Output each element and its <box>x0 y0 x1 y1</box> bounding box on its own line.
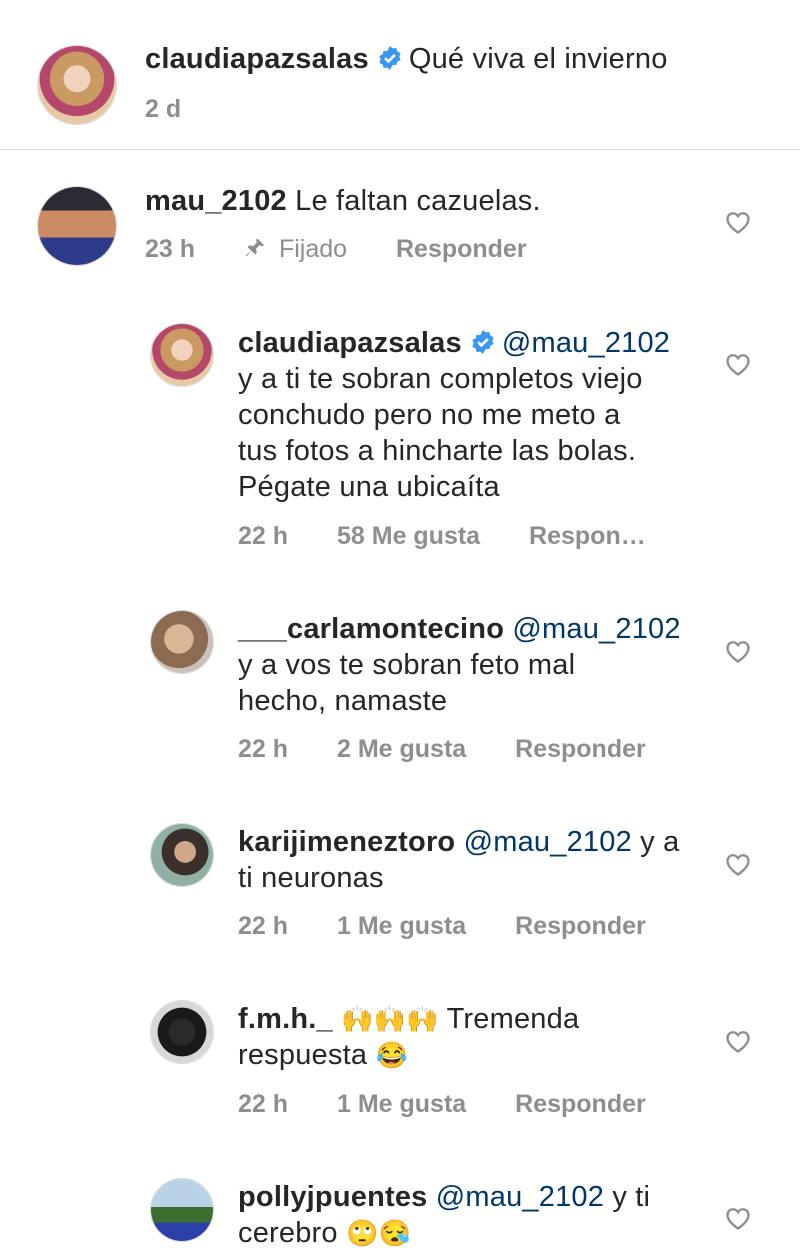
reply-username[interactable]: claudiapazsalas <box>238 327 462 359</box>
reply-meta: 22 h 58 Me gusta Respon… <box>238 522 646 551</box>
heart-icon[interactable] <box>724 209 752 235</box>
pin-icon <box>245 238 265 257</box>
reply-reply-button[interactable]: Responder <box>515 735 646 764</box>
reply-line: Pégate una ubicaíta <box>238 471 500 503</box>
comment-reply-button[interactable]: Responder <box>396 235 527 264</box>
reply-meta: 22 h 1 Me gusta Responder <box>238 1090 646 1119</box>
comment-text: mau_2102 Le faltan cazuelas. <box>145 183 705 219</box>
avatar-carlamontecino[interactable] <box>150 610 214 674</box>
heart-icon[interactable] <box>724 851 752 877</box>
avatar-mau_2102[interactable] <box>37 186 117 266</box>
heart-icon[interactable] <box>724 1028 752 1054</box>
avatar-fmh[interactable] <box>150 1000 214 1064</box>
reply-line: y a vos te sobran feto mal <box>238 649 576 681</box>
reply-text: claudiapazsalas @mau_2102 y a ti te sobra… <box>238 325 708 505</box>
caption-time: 2 d <box>145 95 182 123</box>
reply-text: karijimeneztoro @mau_2102 y a ti neurona… <box>238 824 708 896</box>
avatar-claudiapazsalas[interactable] <box>37 45 117 125</box>
comment-username[interactable]: mau_2102 <box>145 185 287 217</box>
verified-badge-icon <box>472 330 494 354</box>
reply-meta: 22 h 1 Me gusta Responder <box>238 912 646 941</box>
reply-time: 22 h <box>238 735 289 763</box>
caption-body: Qué viva el invierno <box>408 43 668 75</box>
reply-reply-button[interactable]: Responder <box>515 912 646 941</box>
caption-meta: 2 d <box>145 95 181 124</box>
reply-line: respuesta <box>238 1039 368 1071</box>
reply-likes[interactable]: 1 Me gusta <box>337 912 466 941</box>
eye-roll-emoji: 🙄😪 <box>346 1218 412 1248</box>
reply-line: y a ti te sobran completos viejo <box>238 363 643 395</box>
reply-username[interactable]: f.m.h._ <box>238 1003 333 1035</box>
reply-text: ___carlamontecino @mau_2102 y a vos te s… <box>238 611 708 719</box>
reply-likes[interactable]: 1 Me gusta <box>337 1090 466 1119</box>
comment-time: 23 h <box>145 235 196 263</box>
heart-icon[interactable] <box>724 351 752 377</box>
avatar-karijimeneztoro[interactable] <box>150 823 214 887</box>
reply-line: tus fotos a hincharte las bolas. <box>238 435 637 467</box>
reply-text: pollyjpuentes @mau_2102 y ti cerebro 🙄😪 <box>238 1179 708 1251</box>
caption-divider <box>0 149 800 150</box>
reply-reply-button[interactable]: Respon… <box>529 522 646 551</box>
reply-mention[interactable]: @mau_2102 <box>464 826 632 858</box>
reply-line: cerebro <box>238 1217 338 1249</box>
reply-line: Tremenda <box>446 1003 580 1035</box>
reply-line: hecho, namaste <box>238 685 448 717</box>
comment-body: Le faltan cazuelas. <box>295 185 541 217</box>
reply-time: 22 h <box>238 522 289 550</box>
reply-line: y ti <box>612 1181 651 1213</box>
reply-mention[interactable]: @mau_2102 <box>436 1181 604 1213</box>
reply-text: f.m.h._ 🙌🙌🙌 Tremenda respuesta 😂 <box>238 1001 708 1073</box>
verified-badge-icon <box>379 46 401 70</box>
reply-username[interactable]: pollyjpuentes <box>238 1181 428 1213</box>
avatar-claudiapazsalas-reply[interactable] <box>150 323 214 387</box>
pinned-label: Fijado <box>278 235 348 263</box>
reply-likes[interactable]: 58 Me gusta <box>337 522 480 551</box>
pinned-indicator: Fijado <box>244 235 347 264</box>
reply-mention[interactable]: @mau_2102 <box>512 613 680 645</box>
laughing-emoji: 😂 <box>375 1040 409 1070</box>
reply-line: ti neuronas <box>238 862 384 894</box>
comment-meta: 23 h Fijado Responder <box>145 235 527 264</box>
heart-icon[interactable] <box>724 1205 752 1231</box>
reply-reply-button[interactable]: Responder <box>515 1090 646 1119</box>
reply-line: y a <box>640 826 680 858</box>
reply-meta: 22 h 2 Me gusta Responder <box>238 735 646 764</box>
heart-icon[interactable] <box>724 638 752 664</box>
reply-time: 22 h <box>238 912 289 940</box>
reply-likes[interactable]: 2 Me gusta <box>337 735 466 764</box>
caption-text: claudiapazsalas Qué viva el invierno <box>145 41 765 77</box>
caption-username[interactable]: claudiapazsalas <box>145 43 369 75</box>
reply-username[interactable]: karijimeneztoro <box>238 826 455 858</box>
raising-hands-emoji: 🙌🙌🙌 <box>341 1004 439 1034</box>
reply-mention[interactable]: @mau_2102 <box>502 327 670 359</box>
reply-username[interactable]: ___carlamontecino <box>238 613 504 645</box>
reply-line: conchudo pero no me meto a <box>238 399 621 431</box>
avatar-pollyjpuentes[interactable] <box>150 1178 214 1242</box>
reply-time: 22 h <box>238 1090 289 1118</box>
